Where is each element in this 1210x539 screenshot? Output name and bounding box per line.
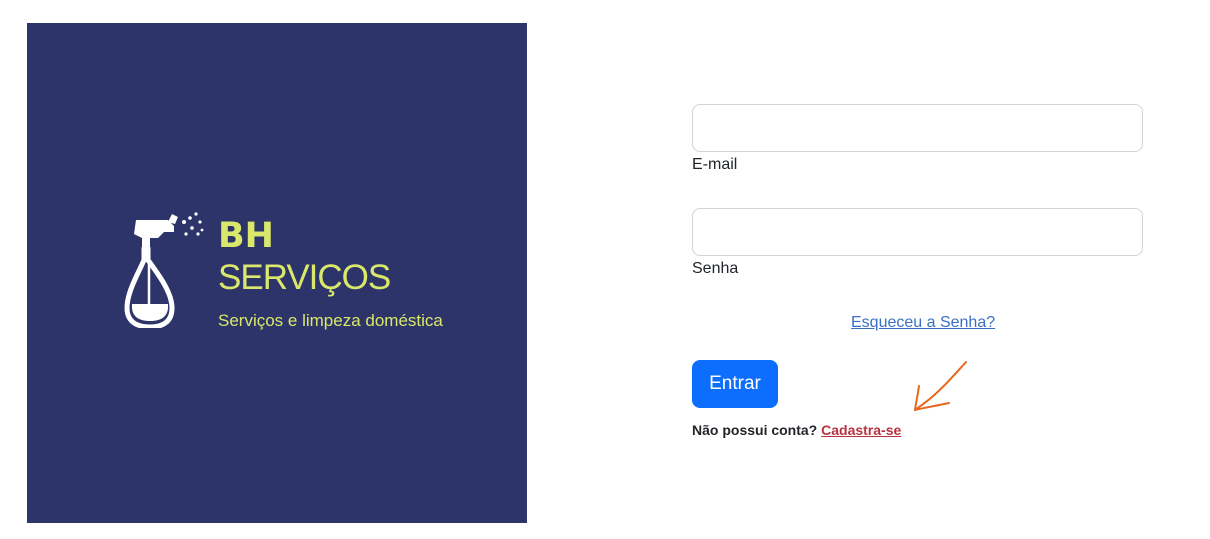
spray-bottle-icon xyxy=(124,212,204,328)
signup-link[interactable]: Cadastra-se xyxy=(821,422,901,438)
signup-row: Não possui conta? Cadastra-se xyxy=(692,422,901,438)
password-label: Senha xyxy=(692,260,739,277)
brand-title-bh: BH xyxy=(218,216,274,256)
forgot-password-link[interactable]: Esqueceu a Senha? xyxy=(851,314,995,332)
email-label: E-mail xyxy=(692,156,738,173)
email-group: E-mail xyxy=(692,104,1143,177)
login-page: BH SERVIÇOS Serviços e limpeza doméstica… xyxy=(0,0,1210,539)
password-input[interactable] xyxy=(692,208,1143,256)
password-group: Senha xyxy=(692,208,1143,281)
brand-title-servicos: SERVIÇOS xyxy=(218,258,391,297)
email-input[interactable] xyxy=(692,104,1143,152)
login-button[interactable]: Entrar xyxy=(692,360,778,408)
signup-prompt: Não possui conta? xyxy=(692,422,818,438)
brand-tagline: Serviços e limpeza doméstica xyxy=(218,311,443,330)
arrow-annotation-icon xyxy=(914,361,967,411)
brand-panel: BH SERVIÇOS Serviços e limpeza doméstica xyxy=(27,23,527,523)
